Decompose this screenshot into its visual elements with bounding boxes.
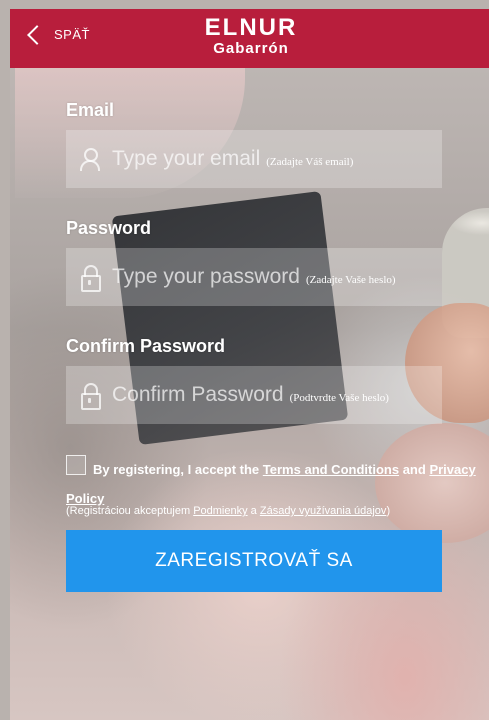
register-button[interactable]: ZAREGISTROVAŤ SA: [66, 530, 442, 592]
chevron-left-icon: [27, 24, 47, 45]
brand-logo: ELNUR Gabarrón: [196, 14, 306, 57]
password-label: Password: [66, 218, 152, 238]
logo-line1: ELNUR: [204, 14, 298, 41]
terms-link[interactable]: Terms and Conditions: [263, 462, 399, 477]
back-label: SPÄŤ: [54, 27, 90, 42]
back-button[interactable]: SPÄŤ: [26, 24, 90, 45]
terms-text-sk: (Registráciou akceptujem Podmienky a Zás…: [66, 505, 391, 517]
confirm-password-field[interactable]: Confirm Password (Podtvrdte Vaše heslo): [66, 366, 442, 424]
privacy-link-sk[interactable]: Zásady využívania údajov: [260, 505, 387, 517]
email-label: Email: [66, 100, 115, 120]
email-placeholder: Type your email (Zadajte Váš email): [112, 147, 354, 170]
confirm-password-label: Confirm Password: [66, 336, 226, 356]
logo-line2: Gabarrón: [213, 40, 289, 57]
email-field[interactable]: Type your email (Zadajte Váš email): [66, 130, 442, 188]
terms-link-sk[interactable]: Podmienky: [193, 505, 247, 517]
lock-icon: [80, 265, 101, 292]
password-field[interactable]: Type your password (Zadajte Vaše heslo): [66, 248, 442, 306]
lock-icon: [80, 383, 101, 410]
confirm-password-placeholder: Confirm Password (Podtvrdte Vaše heslo): [112, 383, 389, 406]
app-header: SPÄŤ ELNUR Gabarrón: [10, 9, 489, 68]
user-icon: [80, 147, 100, 171]
password-placeholder: Type your password (Zadajte Vaše heslo): [112, 265, 396, 288]
